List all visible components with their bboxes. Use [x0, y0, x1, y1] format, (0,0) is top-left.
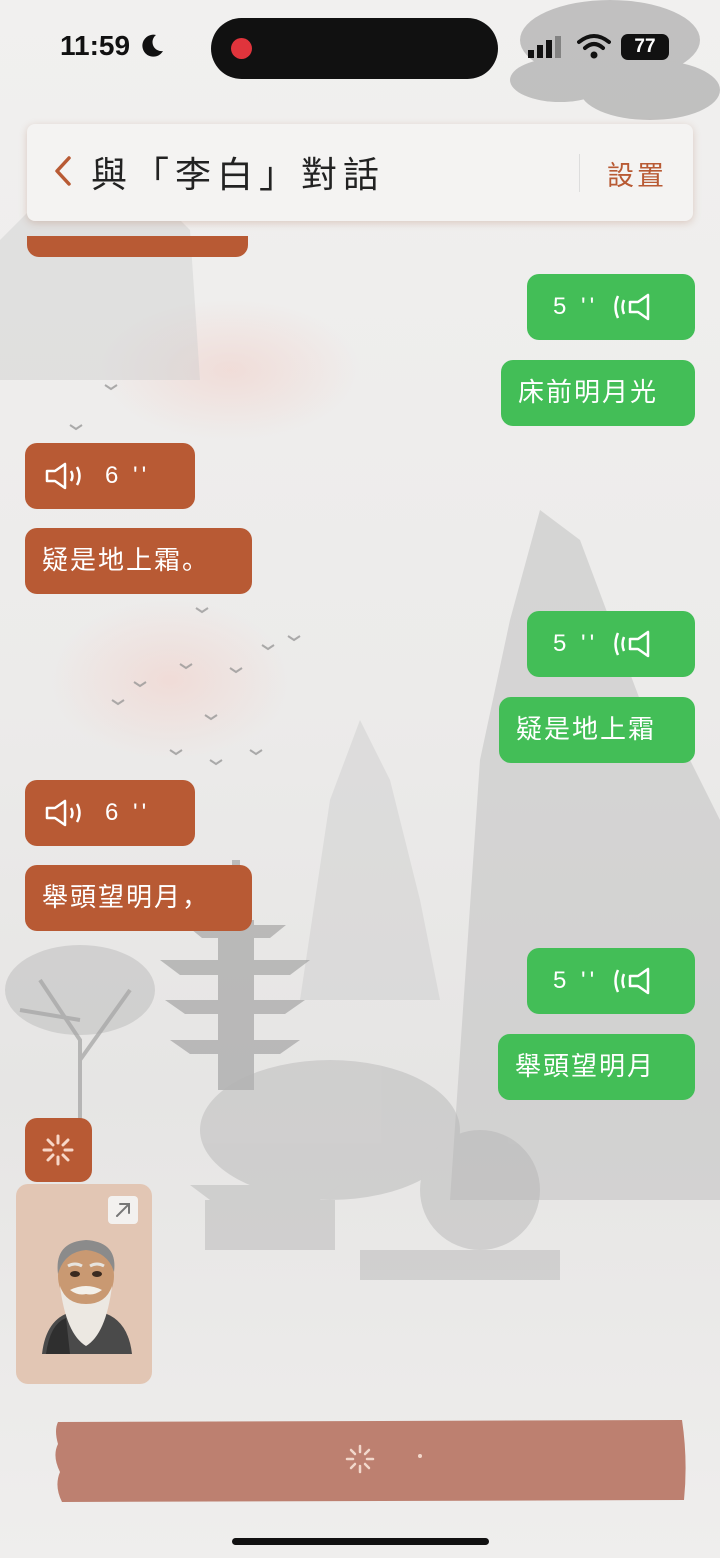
status-time: 11:59: [60, 30, 131, 61]
chat-header: 與「李白」對話 設置: [27, 124, 693, 221]
signal-icon: [528, 36, 561, 58]
voice-wave-icon: [614, 293, 650, 321]
avatar-card[interactable]: [16, 1184, 152, 1384]
speaker-icon: [45, 462, 81, 490]
arrow-up-right-icon[interactable]: [108, 1196, 138, 1224]
speaker-icon: [45, 799, 81, 827]
li-bai-avatar: [42, 1240, 132, 1354]
voice-input-bar[interactable]: [52, 1416, 688, 1504]
settings-button[interactable]: 設置: [607, 154, 667, 193]
header-divider: [579, 154, 580, 192]
user-text-message[interactable]: 疑是地上霜: [499, 697, 695, 763]
dynamic-island: [211, 18, 498, 79]
user-voice-message[interactable]: 5 '': [527, 274, 695, 340]
user-text-message[interactable]: 舉頭望明月: [498, 1034, 695, 1100]
bot-voice-message[interactable]: 6 '': [25, 443, 195, 509]
bot-loading-bubble: [25, 1118, 92, 1182]
voice-wave-icon: [614, 967, 650, 995]
user-voice-message[interactable]: 5 '': [527, 611, 695, 677]
loading-spinner-icon: [42, 1134, 74, 1166]
chevron-left-icon[interactable]: [51, 150, 75, 192]
bot-text-message[interactable]: 疑是地上霜。: [25, 528, 252, 594]
status-bar: 11:59 77: [0, 0, 720, 100]
voice-wave-icon: [614, 630, 650, 658]
page-title: 與「李白」對話: [91, 155, 386, 196]
voice-duration: 5 '': [553, 630, 599, 657]
user-voice-message[interactable]: 5 '': [527, 948, 695, 1014]
battery-icon: 77: [621, 34, 669, 60]
voice-duration: 6 '': [105, 799, 151, 826]
recording-dot: [231, 38, 252, 59]
bot-voice-message[interactable]: 6 '': [25, 780, 195, 846]
bot-text-message[interactable]: 舉頭望明月，: [25, 865, 252, 931]
voice-duration: 5 '': [553, 967, 599, 994]
home-indicator[interactable]: [232, 1538, 489, 1545]
voice-duration: 5 '': [553, 293, 599, 320]
bot-bubble-partial: [27, 236, 248, 257]
wifi-icon: [577, 34, 611, 59]
moon-icon: [142, 34, 163, 57]
voice-duration: 6 '': [105, 462, 151, 489]
user-text-message[interactable]: 床前明月光: [501, 360, 695, 426]
